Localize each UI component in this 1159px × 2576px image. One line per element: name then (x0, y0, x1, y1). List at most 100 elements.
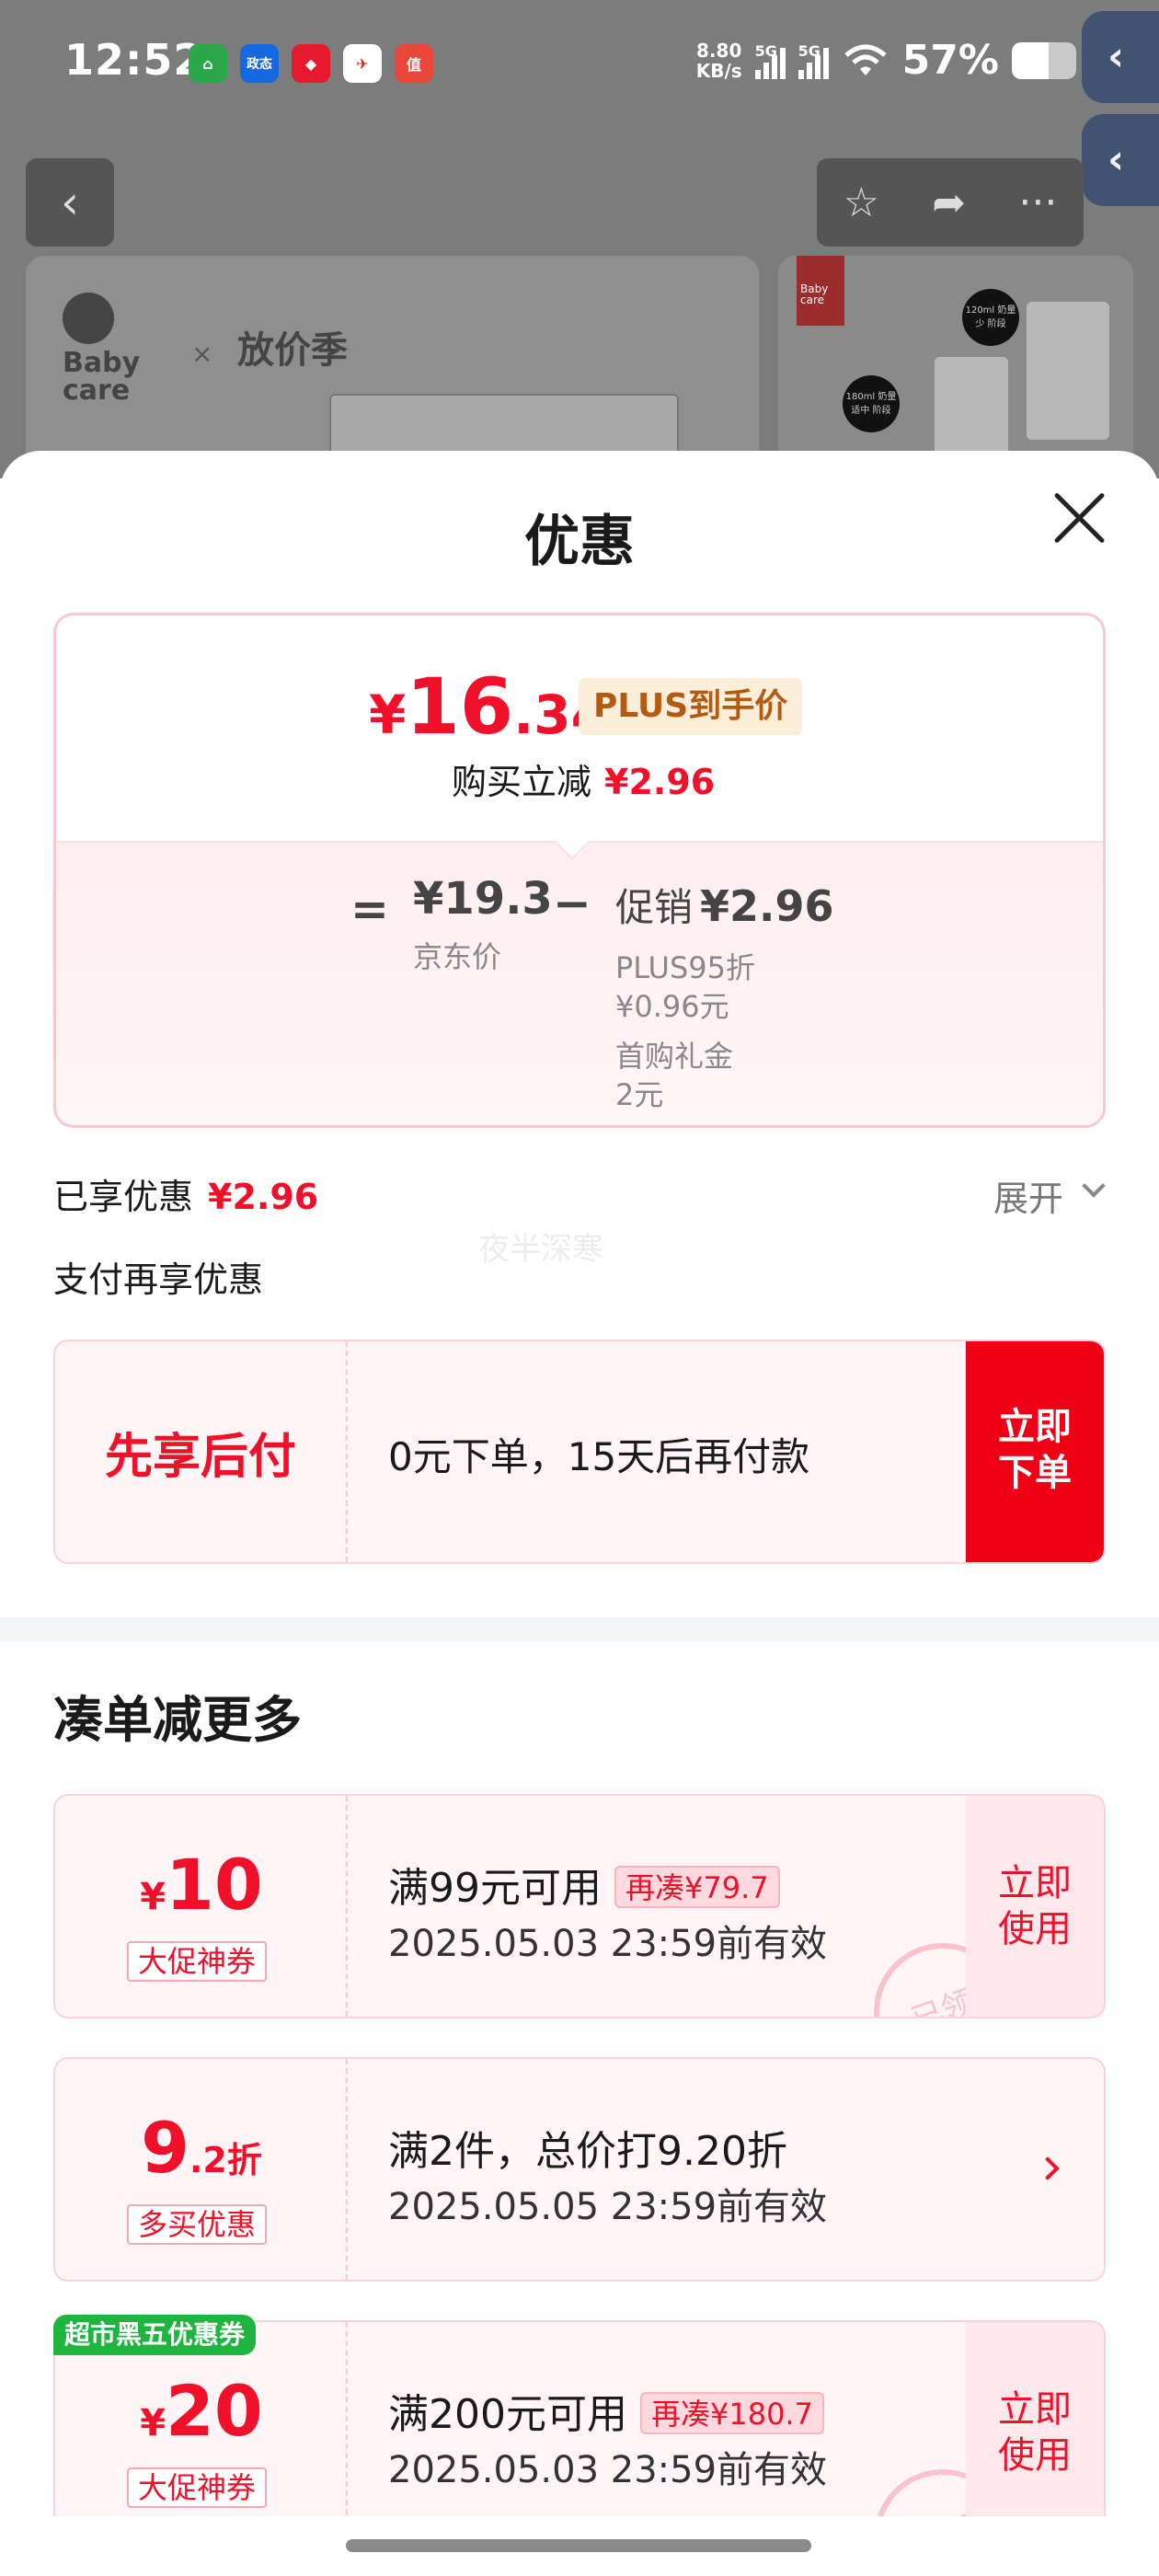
jd-price-label: 京东价 (413, 939, 502, 974)
special-coupon-tag: 超市黑五优惠券 (53, 2315, 257, 2355)
coupon-value-area: ¥10 大促神券 (55, 1796, 348, 2017)
coupon-condition: 满99元可用 再凑¥79.7 (388, 1855, 780, 1914)
coupon-condition: 满2件，总价打9.20折 (388, 2118, 787, 2177)
pay-more-label: 支付再享优惠 (53, 1259, 264, 1300)
promo-item-gift: 首购礼金 (615, 1039, 734, 1074)
wifi-icon (844, 44, 887, 75)
coupon-value-area: ¥20 大促神券 (55, 2322, 348, 2543)
battery-icon (1012, 41, 1076, 79)
coupon-amount: ¥20 (55, 2370, 348, 2452)
discount-sheet: 优惠 ¥16.34 PLUS到手价 购买立减 ¥2.96 = ¥19.3 京东价 … (0, 451, 1159, 2576)
coupon-card[interactable]: 9.2折 多买优惠 满2件，总价打9.20折 2025.05.05 23:59前… (53, 2057, 1106, 2282)
jd-price: ¥19.3 (413, 873, 553, 925)
coupon-tag: 大促神券 (127, 1941, 268, 1982)
coupon-value-area: 9.2折 多买优惠 (55, 2059, 348, 2280)
campaign-logo: 放价季 (237, 329, 348, 372)
enjoyed-label: 已享优惠 (53, 1177, 194, 1217)
deal-app-icon: 值 (395, 44, 433, 83)
expand-button[interactable]: 展开 (993, 1170, 1063, 1221)
chevron-left-icon: ‹ (1107, 136, 1125, 183)
product-page-background: 12:52 ⌂ 政态 ◆ ✈ 值 8.80 KB/s 5G 5G 57% ‹ ‹… (0, 0, 1159, 478)
bird-app-icon: ✈ (343, 44, 382, 83)
coupon-value-suffix: .2折 (189, 2140, 262, 2180)
chevron-down-icon[interactable] (1082, 1174, 1106, 1198)
price-card: ¥16.34 PLUS到手价 购买立减 ¥2.96 = ¥19.3 京东价 − 促… (53, 613, 1106, 1128)
battery-percent: 57% (901, 37, 999, 84)
floating-side-tab[interactable]: ‹ (1082, 11, 1159, 103)
coupon-value: 10 (166, 1844, 263, 1926)
use-now-button[interactable]: 立即 使用 (966, 1796, 1104, 2017)
promo-item-plus-value: ¥0.96元 (615, 989, 729, 1024)
use-now-button[interactable]: 立即 使用 (966, 2322, 1104, 2543)
discount-line: 购买立减 ¥2.96 (452, 753, 715, 804)
coupon-value: 20 (166, 2370, 263, 2452)
signal-label-2: 5G (798, 41, 820, 60)
product-bag-3 (1027, 302, 1109, 440)
status-bar: 12:52 ⌂ 政态 ◆ ✈ 值 8.80 KB/s 5G 5G 57% (0, 0, 1159, 129)
coupon-condition-text: 满2件，总价打9.20折 (388, 2128, 787, 2175)
stock-app-icon: 政态 (240, 44, 279, 83)
price-integer: 16 (406, 661, 514, 752)
pay-later-desc: 0元下单，15天后再付款 (388, 1434, 810, 1479)
order-now-button[interactable]: 立即 下单 (966, 1341, 1104, 1562)
coupon-currency: ¥ (140, 1876, 166, 1918)
flag-app-icon: ◆ (292, 44, 330, 83)
coupon-gap-pill: 再凑¥79.7 (614, 1866, 780, 1908)
price-currency: ¥ (369, 684, 407, 746)
net-speed-value: 8.80 (696, 39, 742, 62)
coupon-card: ¥10 大促神券 满99元可用 再凑¥79.7 2025.05.03 23:59前… (53, 1794, 1106, 2018)
status-time: 12:52 (64, 35, 204, 85)
promo-item-gift-value: 2元 (615, 1077, 664, 1112)
signal-icon-2: 5G (798, 42, 829, 79)
net-speed-unit: KB/s (695, 59, 742, 82)
coupon-condition-text: 满200元可用 (388, 2391, 627, 2438)
promo-label: 促销 (615, 885, 694, 930)
coupon-currency: ¥ (140, 2402, 166, 2444)
coupon-validity: 2025.05.05 23:59前有效 (388, 2186, 828, 2228)
home-indicator[interactable] (346, 2539, 811, 2552)
coupon-amount: ¥10 (55, 1844, 348, 1926)
top-actions: ☆ ➦ ··· (817, 158, 1084, 247)
signal-icon: 5G (754, 41, 786, 79)
floating-side-tab-2[interactable]: ‹ (1082, 114, 1159, 206)
final-price: ¥16.34 (369, 661, 608, 752)
close-icon[interactable] (1049, 488, 1109, 548)
enjoyed-value: ¥2.96 (208, 1177, 319, 1217)
pay-later-card: 先享后付 0元下单，15天后再付款 立即 下单 (53, 1340, 1106, 1564)
discount-value: ¥2.96 (604, 762, 716, 802)
coupon-validity: 2025.05.03 23:59前有效 (388, 2449, 828, 2491)
bundle-section-title: 凑单减更多 (53, 1691, 302, 1749)
notification-icons: ⌂ 政态 ◆ ✈ 值 (189, 44, 433, 83)
share-icon[interactable]: ➦ (932, 179, 966, 226)
more-icon[interactable]: ··· (1018, 179, 1057, 226)
coupon-gap-pill: 再凑¥180.7 (639, 2392, 824, 2434)
net-speed: 8.80 KB/s (696, 40, 742, 81)
section-divider (0, 1617, 1159, 1641)
watermark: 夜半深寒 (478, 1231, 603, 1268)
price-summary: ¥16.34 PLUS到手价 购买立减 ¥2.96 (56, 615, 1103, 841)
coupon-value: 9 (141, 2107, 189, 2189)
discount-label: 购买立减 (452, 762, 592, 802)
enjoyed-discount: 已享优惠 ¥2.96 (53, 1168, 318, 1219)
signal-label: 5G (754, 41, 777, 60)
favorite-icon[interactable]: ☆ (843, 179, 879, 226)
coupon-condition-text: 满99元可用 (388, 1865, 602, 1912)
coupon-validity: 2025.05.03 23:59前有效 (388, 1923, 828, 1965)
chevron-right-icon[interactable] (1036, 2156, 1060, 2180)
brand-separator: × (191, 339, 213, 369)
promo-total: 促销 ¥2.96 (615, 877, 834, 933)
back-button[interactable]: ‹ (26, 158, 114, 247)
brand-tag: Baby care (797, 256, 844, 326)
coupon-tag: 大促神券 (127, 2467, 268, 2508)
pay-later-title: 先享后付 (55, 1341, 348, 1562)
coupon-condition: 满200元可用 再凑¥180.7 (388, 2381, 824, 2440)
plus-price-badge: PLUS到手价 (579, 678, 803, 735)
coupon-tag: 多买优惠 (127, 2204, 268, 2245)
sheet-title: 优惠 (524, 510, 635, 574)
chevron-left-icon: ‹ (1107, 33, 1125, 80)
info-dot-2: 180ml 奶量适中 阶段 (843, 375, 900, 432)
back-arrow-icon: ‹ (61, 176, 79, 229)
promo-value: ¥2.96 (700, 881, 834, 931)
brand-logo: Baby care (63, 293, 140, 405)
product-image-secondary: Baby care 120ml 奶量少 阶段 180ml 奶量适中 阶段 (778, 256, 1133, 478)
